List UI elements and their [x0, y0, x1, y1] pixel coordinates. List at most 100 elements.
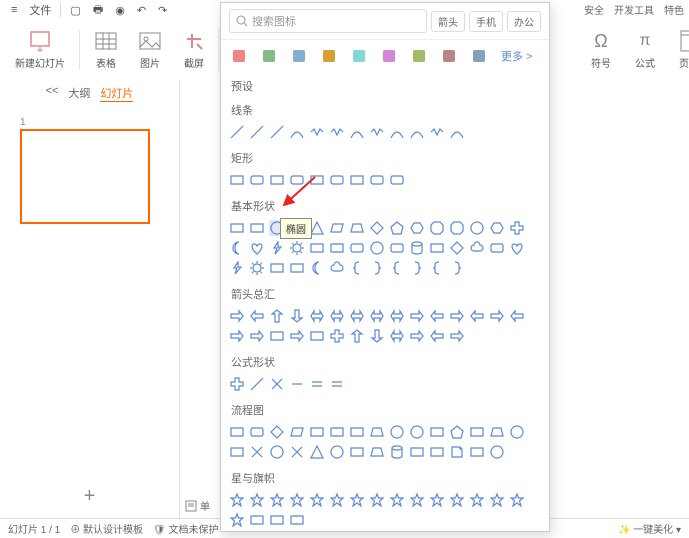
- shape-option[interactable]: [409, 240, 425, 256]
- shape-option[interactable]: [449, 220, 465, 236]
- shape-option[interactable]: [269, 260, 285, 276]
- shape-option[interactable]: [389, 124, 405, 140]
- shape-option[interactable]: [229, 328, 245, 344]
- shape-option[interactable]: [429, 444, 445, 460]
- shape-option[interactable]: [229, 260, 245, 276]
- tag-phone[interactable]: 手机: [469, 11, 503, 32]
- shape-option[interactable]: [449, 328, 465, 344]
- shape-option[interactable]: [429, 424, 445, 440]
- shape-option[interactable]: [349, 492, 365, 508]
- category-icon[interactable]: [381, 48, 397, 64]
- shape-option[interactable]: [229, 124, 245, 140]
- shape-option[interactable]: [329, 492, 345, 508]
- shape-option[interactable]: [389, 492, 405, 508]
- category-icon[interactable]: [411, 48, 427, 64]
- shape-option[interactable]: [229, 308, 245, 324]
- shape-option[interactable]: [469, 444, 485, 460]
- shape-option[interactable]: [289, 492, 305, 508]
- shape-option[interactable]: [329, 328, 345, 344]
- shape-option[interactable]: [349, 172, 365, 188]
- table-button[interactable]: 表格: [86, 26, 126, 73]
- shape-option[interactable]: [449, 260, 465, 276]
- shape-option[interactable]: [249, 172, 265, 188]
- screenshot-button[interactable]: 截屏: [174, 26, 214, 73]
- shape-option[interactable]: [309, 260, 325, 276]
- shape-option[interactable]: [249, 492, 265, 508]
- shape-option[interactable]: [329, 308, 345, 324]
- category-icon[interactable]: [291, 48, 307, 64]
- shape-option[interactable]: [349, 424, 365, 440]
- category-icon[interactable]: [471, 48, 487, 64]
- shape-option[interactable]: [449, 444, 465, 460]
- shape-option[interactable]: [389, 444, 405, 460]
- shape-option[interactable]: [429, 492, 445, 508]
- shape-option[interactable]: [369, 172, 385, 188]
- search-input[interactable]: 搜索图标: [229, 9, 427, 33]
- shape-option[interactable]: [429, 220, 445, 236]
- shape-option[interactable]: [269, 512, 285, 528]
- shape-option[interactable]: [429, 240, 445, 256]
- shape-option[interactable]: [349, 444, 365, 460]
- shape-option[interactable]: [329, 260, 345, 276]
- shape-option[interactable]: [509, 220, 525, 236]
- shape-option[interactable]: [409, 220, 425, 236]
- shape-option[interactable]: [229, 220, 245, 236]
- shape-option[interactable]: [509, 240, 525, 256]
- shape-option[interactable]: [389, 172, 405, 188]
- shape-option[interactable]: [429, 260, 445, 276]
- add-slide-button[interactable]: +: [0, 485, 179, 508]
- shape-option[interactable]: [369, 240, 385, 256]
- category-icon[interactable]: [321, 48, 337, 64]
- shape-option[interactable]: [369, 308, 385, 324]
- shape-option[interactable]: [429, 124, 445, 140]
- shape-option[interactable]: [349, 328, 365, 344]
- shape-option[interactable]: [249, 308, 265, 324]
- tab-special[interactable]: 特色: [659, 0, 689, 20]
- shape-option[interactable]: [249, 424, 265, 440]
- shape-option[interactable]: [449, 308, 465, 324]
- shape-option[interactable]: [409, 308, 425, 324]
- shape-option[interactable]: [229, 444, 245, 460]
- shape-option[interactable]: [489, 240, 505, 256]
- shape-option[interactable]: [269, 444, 285, 460]
- shape-option[interactable]: [309, 308, 325, 324]
- shape-option[interactable]: [409, 444, 425, 460]
- shape-option[interactable]: [489, 424, 505, 440]
- more-link[interactable]: 更多 >: [501, 48, 532, 64]
- shape-option[interactable]: [489, 220, 505, 236]
- undo-icon[interactable]: ↶: [131, 2, 152, 19]
- category-icon[interactable]: [261, 48, 277, 64]
- category-icon[interactable]: [351, 48, 367, 64]
- shape-option[interactable]: [289, 124, 305, 140]
- shape-option[interactable]: [229, 240, 245, 256]
- shape-option[interactable]: [229, 492, 245, 508]
- shape-option[interactable]: [329, 240, 345, 256]
- shape-option[interactable]: [229, 424, 245, 440]
- category-icon[interactable]: [441, 48, 457, 64]
- shape-option[interactable]: [449, 124, 465, 140]
- shape-option[interactable]: [349, 124, 365, 140]
- shape-option[interactable]: [389, 328, 405, 344]
- shape-option[interactable]: [389, 240, 405, 256]
- shape-option[interactable]: [369, 220, 385, 236]
- shape-option[interactable]: [249, 376, 265, 392]
- shape-option[interactable]: [249, 240, 265, 256]
- file-menu[interactable]: 文件: [23, 0, 57, 20]
- shape-option[interactable]: [309, 328, 325, 344]
- shape-option[interactable]: [249, 512, 265, 528]
- shape-option[interactable]: [229, 376, 245, 392]
- picture-button[interactable]: 图片: [130, 26, 170, 73]
- shape-option[interactable]: [329, 376, 345, 392]
- shape-option[interactable]: [469, 424, 485, 440]
- shape-option[interactable]: [249, 220, 265, 236]
- tag-arrow[interactable]: 箭头: [431, 11, 465, 32]
- symbol-button[interactable]: Ω 符号: [581, 26, 621, 73]
- shape-option[interactable]: [509, 424, 525, 440]
- shape-option[interactable]: [389, 424, 405, 440]
- redo-icon[interactable]: ↷: [152, 2, 173, 19]
- outline-tab[interactable]: <<: [46, 85, 59, 102]
- formula-button[interactable]: π 公式: [625, 26, 665, 73]
- shape-option[interactable]: [269, 424, 285, 440]
- shape-option[interactable]: [269, 308, 285, 324]
- shape-option[interactable]: [289, 424, 305, 440]
